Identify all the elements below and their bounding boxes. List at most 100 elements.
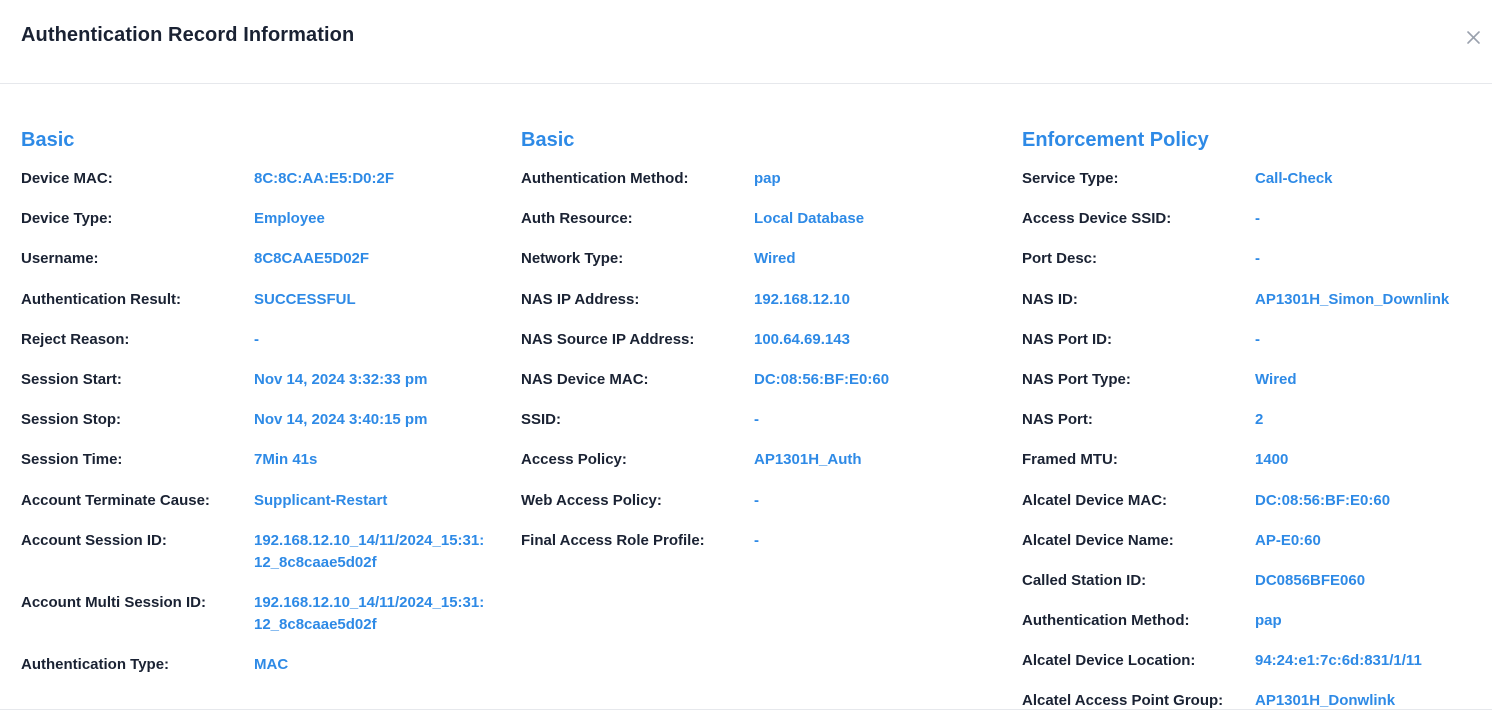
field-value: Supplicant-Restart (254, 491, 388, 509)
field-row: SSID: - (521, 409, 1011, 449)
field-row: Called Station ID: DC0856BFE060 (1022, 570, 1482, 610)
field-row: NAS Port Type: Wired (1022, 369, 1482, 409)
field-label: Port Desc: (1022, 250, 1098, 268)
auth-record-dialog: Authentication Record Information Basic … (0, 0, 1492, 722)
field-label: Device Type: (21, 210, 113, 228)
field-value: 192.168.12.10_14/11/2024_15:31:12_8c8caa… (254, 531, 485, 571)
field-label: Device MAC: (21, 170, 113, 187)
field-label: Session Time: (21, 451, 123, 469)
field-label: Authentication Method: (521, 170, 689, 187)
field-label: Called Station ID: (1022, 571, 1147, 589)
field-row: Session Time: 7Min 41s (21, 449, 511, 489)
field-row: Web Access Policy: - (521, 490, 1011, 530)
field-label: Web Access Policy: (521, 491, 662, 509)
field-row: Username: 8C8CAAE5D02F (21, 248, 511, 288)
field-row: Service Type: Call-Check (1022, 168, 1482, 208)
field-value: Employee (254, 210, 325, 228)
field-label: Account Terminate Cause: (21, 491, 210, 509)
field-value: Nov 14, 2024 3:40:15 pm (254, 411, 428, 429)
field-value: - (754, 531, 759, 549)
field-row: Session Start: Nov 14, 2024 3:32:33 pm (21, 369, 511, 409)
field-row: Authentication Type: MAC (21, 654, 511, 694)
field-row: Alcatel Access Point Group: AP1301H_Donwl… (1022, 690, 1482, 709)
field-value: DC0856BFE060 (1255, 571, 1366, 589)
field-value: - (1255, 330, 1260, 348)
field-label: Reject Reason: (21, 330, 130, 348)
field-label: Username: (21, 250, 99, 268)
field-value: AP1301H_Simon_Downlink (1255, 290, 1450, 308)
field-list: Service Type: Call-Check Access Device SSI… (1022, 168, 1482, 709)
field-row: Reject Reason: - (21, 329, 511, 369)
field-row: Authentication Method: pap (1022, 610, 1482, 650)
dialog-header: Authentication Record Information (0, 0, 1492, 84)
field-row: NAS IP Address: 192.168.12.10 (521, 289, 1011, 329)
close-icon[interactable] (1464, 28, 1484, 48)
field-value: Call-Check (1255, 170, 1333, 187)
field-row: NAS Source IP Address: 100.64.69.143 (521, 329, 1011, 369)
field-value: - (754, 491, 759, 509)
field-label: Alcatel Device MAC: (1022, 491, 1168, 509)
field-label: Authentication Method: (1022, 612, 1190, 630)
footer-divider (0, 709, 1492, 710)
section-title: Enforcement Policy (1022, 129, 1209, 151)
field-row: Alcatel Device Location: 94:24:e1:7c:6d:8… (1022, 650, 1482, 690)
field-label: NAS Port Type: (1022, 370, 1131, 388)
field-value: 7Min 41s (254, 451, 318, 469)
column-enforcement-policy: Enforcement Policy Service Type: Call-Che… (1022, 125, 1482, 709)
dialog-title: Authentication Record Information (21, 24, 355, 46)
field-label: Alcatel Device Name: (1022, 531, 1174, 549)
field-label: NAS IP Address: (521, 290, 640, 308)
field-row: Account Session ID: 192.168.12.10_14/11/2… (21, 530, 511, 592)
field-value: MAC (254, 655, 289, 673)
field-value: AP-E0:60 (1255, 531, 1321, 549)
section-title: Basic (21, 129, 75, 151)
field-label: Access Policy: (521, 451, 627, 469)
field-row: Framed MTU: 1400 (1022, 449, 1482, 489)
field-label: Service Type: (1022, 170, 1119, 187)
field-label: NAS Device MAC: (521, 370, 649, 388)
section-title: Basic (521, 129, 575, 151)
field-value: AP1301H_Auth (754, 451, 862, 469)
field-label: SSID: (521, 411, 562, 429)
field-value: DC:08:56:BF:E0:60 (1255, 491, 1391, 509)
field-row: NAS Port: 2 (1022, 409, 1482, 449)
field-value: 94:24:e1:7c:6d:831/1/11 (1255, 652, 1422, 670)
field-label: Auth Resource: (521, 210, 633, 228)
field-value: pap (1255, 612, 1282, 630)
field-row: Session Stop: Nov 14, 2024 3:40:15 pm (21, 409, 511, 449)
field-label: Final Access Role Profile: (521, 531, 705, 549)
column-basic: Basic Device MAC: 8C:8C:AA:E5:D0:2F Device… (21, 125, 511, 694)
column-basic-2: Basic Authentication Method: pap Auth Reso… (521, 125, 1011, 570)
field-label: NAS Port ID: (1022, 330, 1112, 348)
field-label: Access Device SSID: (1022, 210, 1172, 228)
field-row: Device MAC: 8C:8C:AA:E5:D0:2F (21, 168, 511, 208)
field-value: - (754, 411, 759, 429)
field-value: 192.168.12.10_14/11/2024_15:31:12_8c8caa… (254, 593, 485, 633)
field-value: 8C8CAAE5D02F (254, 250, 370, 268)
field-label: Framed MTU: (1022, 451, 1118, 469)
field-value: 100.64.69.143 (754, 330, 850, 348)
field-value: Wired (754, 250, 796, 268)
field-row: Authentication Result: SUCCESSFUL (21, 289, 511, 329)
field-label: Session Stop: (21, 411, 122, 429)
field-value: AP1301H_Donwlink (1255, 692, 1396, 709)
field-row: Auth Resource: Local Database (521, 208, 1011, 248)
field-row: Device Type: Employee (21, 208, 511, 248)
field-value: 1400 (1255, 451, 1289, 469)
field-value: 8C:8C:AA:E5:D0:2F (254, 170, 395, 187)
field-list: Device MAC: 8C:8C:AA:E5:D0:2F Device Type:… (21, 168, 511, 694)
field-label: Alcatel Access Point Group: (1022, 692, 1224, 709)
field-value: SUCCESSFUL (254, 290, 356, 308)
field-row: Access Device SSID: - (1022, 208, 1482, 248)
field-label: NAS ID: (1022, 290, 1078, 308)
field-value: DC:08:56:BF:E0:60 (754, 370, 890, 388)
field-row: Network Type: Wired (521, 248, 1011, 288)
field-label: Network Type: (521, 250, 624, 268)
field-label: Account Session ID: (21, 531, 167, 549)
field-value: pap (754, 170, 781, 187)
field-row: Alcatel Device MAC: DC:08:56:BF:E0:60 (1022, 490, 1482, 530)
field-row: NAS Device MAC: DC:08:56:BF:E0:60 (521, 369, 1011, 409)
field-row: Port Desc: - (1022, 248, 1482, 288)
field-label: Session Start: (21, 370, 122, 388)
field-label: Alcatel Device Location: (1022, 652, 1196, 670)
